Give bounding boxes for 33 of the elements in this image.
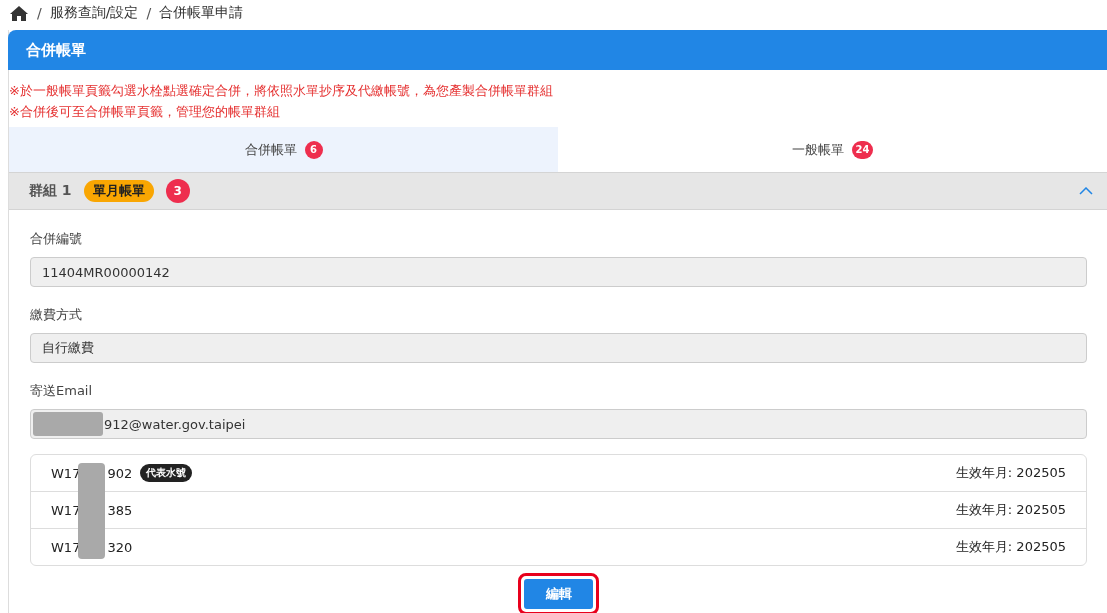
- notice-text: ※於一般帳單頁籤勾選水栓點選確定合併，將依照水單抄序及代繳帳號，為您產製合併帳單群組: [9, 82, 554, 100]
- count-badge: 6: [304, 140, 323, 159]
- effective-date: 生效年月: 202505: [955, 464, 1066, 482]
- count-badge: 3: [165, 179, 190, 203]
- primary-account-badge: 代表水號: [140, 464, 193, 482]
- readonly-field: 912@water.gov.taipei: [30, 409, 1087, 439]
- field-label: 繳費方式: [30, 306, 83, 324]
- field-label: 寄送Email: [30, 382, 94, 400]
- account-number-end: 320: [107, 539, 133, 555]
- account-number-end: 385: [107, 502, 133, 518]
- home-icon[interactable]: [9, 4, 29, 22]
- group-title: 群組 1: [29, 182, 72, 200]
- account-number-end: 902: [107, 465, 133, 481]
- readonly-field: 自行繳費: [30, 333, 1087, 363]
- count-badge: 24: [851, 140, 874, 159]
- edit-button[interactable]: 編輯: [524, 579, 593, 609]
- breadcrumb-separator: /: [37, 5, 42, 21]
- account-number-start: W17: [51, 539, 81, 555]
- tab[interactable]: 合併帳單 6: [9, 127, 558, 172]
- group-header[interactable]: 群組 1 單月帳單 3: [9, 172, 1107, 210]
- chevron-up-icon[interactable]: [1079, 187, 1093, 195]
- notice-text: ※合併後可至合併帳單頁籤，管理您的帳單群組: [9, 103, 281, 121]
- breadcrumb-item[interactable]: 服務查詢/設定: [49, 4, 139, 22]
- effective-date: 生效年月: 202505: [955, 538, 1066, 556]
- effective-date: 生效年月: 202505: [955, 501, 1066, 519]
- breadcrumb-item: 合併帳單申請: [159, 4, 244, 22]
- breadcrumb-separator: /: [146, 5, 152, 21]
- account-number-start: W17: [51, 502, 81, 518]
- billing-tag: 單月帳單: [83, 180, 154, 202]
- field-label: 合併編號: [30, 230, 83, 248]
- account-number-start: W17: [51, 465, 81, 481]
- card-header: 合併帳單: [8, 30, 1107, 70]
- readonly-field: 11404MR00000142: [30, 257, 1087, 287]
